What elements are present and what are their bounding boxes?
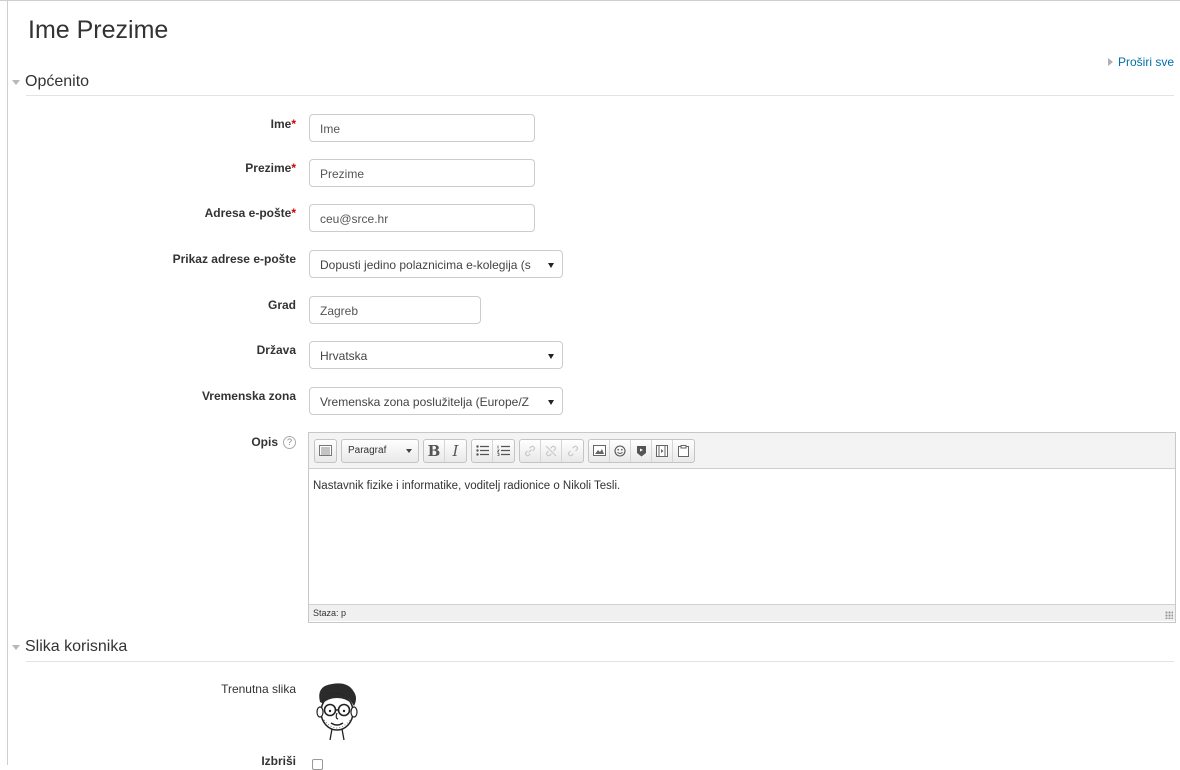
section-general-title: Općenito — [25, 73, 90, 90]
first-name-label-text: Ime — [270, 117, 292, 131]
email-label-text: Adresa e-pošte — [204, 206, 292, 220]
link-group — [519, 438, 584, 463]
city-label: Grad — [267, 298, 296, 312]
paragraph-format-value: Paragraf — [348, 445, 387, 456]
first-name-label: Ime* — [271, 117, 296, 131]
section-divider — [26, 661, 1174, 662]
link-icon[interactable] — [520, 439, 541, 462]
email-display-value: Dopusti jedino polaznicima e-kolegija (s — [320, 258, 531, 272]
country-select[interactable]: Hrvatska — [309, 341, 563, 369]
last-name-label-text: Prezime — [245, 161, 292, 175]
list-group — [471, 438, 515, 463]
paste-icon[interactable] — [673, 440, 694, 462]
image-icon[interactable] — [589, 439, 610, 462]
email-label: Adresa e-pošte* — [205, 206, 296, 220]
chevron-down-icon — [548, 400, 554, 405]
video-icon[interactable] — [652, 439, 673, 462]
format-group: Paragraf — [341, 438, 419, 463]
timezone-select[interactable]: Vremenska zona poslužitelja (Europe/Z — [309, 387, 563, 415]
expand-all-label: Proširi sve — [1117, 55, 1174, 69]
timezone-value: Vremenska zona poslužitelja (Europe/Z — [320, 395, 529, 409]
timezone-label: Vremenska zona — [201, 389, 296, 403]
chevron-down-icon — [548, 263, 554, 268]
resize-grip-icon[interactable] — [1165, 611, 1173, 619]
window-top-border — [0, 0, 1180, 1]
expand-right-icon — [1107, 58, 1113, 66]
description-label-text: Opis — [251, 435, 278, 449]
description-editor: Paragraf B I Nastavnik fizike i informat… — [308, 432, 1176, 623]
window-left-border — [7, 0, 8, 765]
emoticon-icon[interactable] — [610, 439, 631, 462]
unordered-list-icon[interactable] — [472, 439, 493, 462]
last-name-label: Prezime* — [245, 161, 296, 175]
toolbar-toggle-group — [314, 438, 337, 463]
ordered-list-icon[interactable] — [493, 440, 514, 462]
first-name-input[interactable]: Ime — [309, 114, 535, 142]
editor-path: Staza: p — [313, 608, 347, 618]
city-input[interactable]: Zagreb — [309, 296, 481, 324]
anchor-icon[interactable] — [562, 440, 583, 462]
section-divider — [26, 95, 1174, 96]
chevron-down-icon — [406, 448, 412, 453]
unlink-icon[interactable] — [541, 439, 562, 462]
email-display-label: Prikaz adrese e-pošte — [172, 252, 296, 266]
editor-toolbar: Paragraf B I — [309, 433, 1175, 469]
toggle-toolbar-icon[interactable] — [315, 440, 336, 462]
email-input[interactable]: ceu@srce.hr — [309, 204, 535, 232]
description-label: Opis? — [251, 435, 296, 450]
page-title: Ime Prezime — [28, 16, 169, 44]
last-name-input[interactable]: Prezime — [309, 159, 535, 187]
collapse-down-icon — [12, 644, 20, 650]
collapse-down-icon — [12, 79, 20, 85]
section-general-header[interactable]: Općenito — [12, 73, 89, 91]
avatar — [316, 683, 358, 740]
paragraph-format-select[interactable]: Paragraf — [342, 440, 418, 462]
italic-button[interactable]: I — [445, 440, 466, 462]
current-picture-label: Trenutna slika — [221, 682, 296, 696]
required-mark: * — [291, 161, 296, 175]
email-display-select[interactable]: Dopusti jedino polaznicima e-kolegija (s — [309, 250, 563, 278]
chevron-down-icon — [548, 354, 554, 359]
section-picture-title: Slika korisnika — [25, 638, 128, 655]
help-icon[interactable]: ? — [283, 436, 296, 450]
style-group: B I — [423, 438, 467, 463]
expand-all-link[interactable]: Proširi sve — [1107, 55, 1174, 69]
insert-group — [588, 438, 695, 463]
section-picture-header[interactable]: Slika korisnika — [12, 638, 127, 656]
delete-label: Izbriši — [261, 754, 296, 768]
editor-content-area[interactable]: Nastavnik fizike i informatike, voditelj… — [309, 469, 1175, 604]
editor-statusbar: Staza: p — [309, 604, 1175, 621]
required-mark: * — [291, 117, 296, 131]
country-value: Hrvatska — [320, 349, 368, 363]
required-mark: * — [291, 206, 296, 220]
media-icon[interactable] — [631, 439, 652, 462]
country-label: Država — [256, 343, 296, 357]
bold-button[interactable]: B — [424, 439, 445, 462]
